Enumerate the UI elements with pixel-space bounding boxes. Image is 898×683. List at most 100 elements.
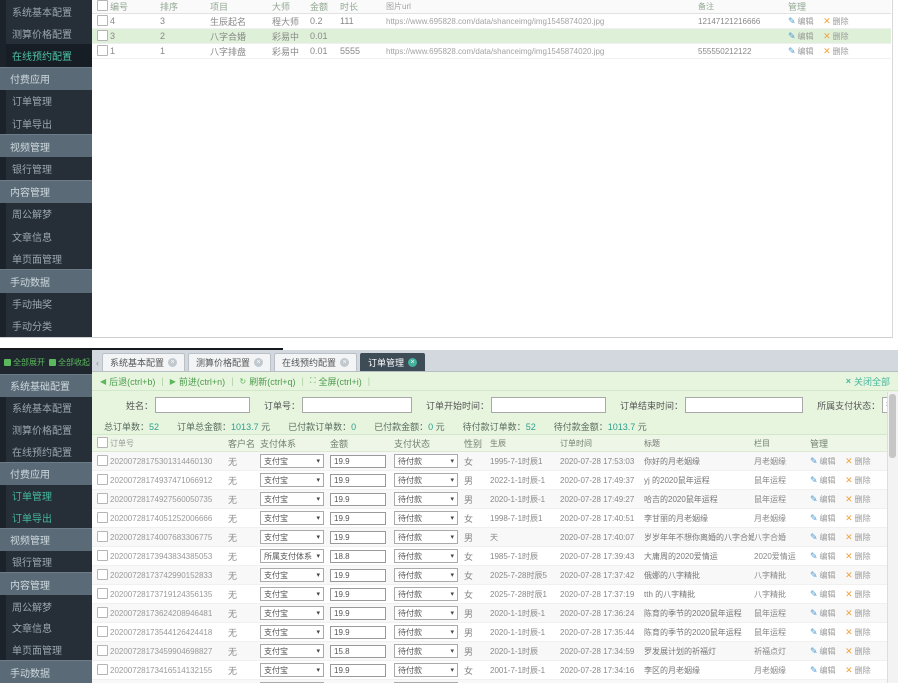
row-checkbox[interactable] bbox=[92, 663, 110, 677]
delete-button[interactable]: ✕ 删除 bbox=[845, 608, 871, 619]
pay-status-select[interactable]: 待付款▾ bbox=[394, 606, 458, 620]
delete-button[interactable]: ✕ 删除 bbox=[845, 646, 871, 657]
tabs-scroll-left-icon[interactable]: ‹ bbox=[96, 358, 99, 368]
pay-system-select[interactable]: 支付宝▾ bbox=[260, 530, 324, 544]
amount-input[interactable] bbox=[330, 625, 386, 639]
pay-status-select[interactable]: 待付款▾ bbox=[394, 511, 458, 525]
pay-system-select[interactable]: 所属支付体系 ▾ bbox=[260, 549, 324, 563]
tab-close-icon[interactable]: × bbox=[408, 358, 418, 367]
sidebar-item[interactable]: 测算价格配置 bbox=[0, 22, 92, 45]
pay-system-select[interactable]: 支付宝▾ bbox=[260, 492, 324, 506]
amount-input[interactable] bbox=[330, 549, 386, 563]
edit-button[interactable]: ✎ 编辑 bbox=[810, 551, 836, 562]
delete-button[interactable]: ✕ 删除 bbox=[823, 16, 849, 27]
sidebar-item[interactable]: 单页面管理 bbox=[0, 247, 92, 270]
tab-close-icon[interactable]: × bbox=[254, 358, 264, 367]
row-checkbox[interactable] bbox=[92, 454, 110, 468]
delete-button[interactable]: ✕ 删除 bbox=[845, 513, 871, 524]
row-checkbox[interactable] bbox=[92, 530, 110, 544]
pay-status-select[interactable]: 待付款▾ bbox=[394, 568, 458, 582]
sidebar-item[interactable]: 付费应用 bbox=[0, 66, 92, 90]
sidebar-item[interactable]: 文章信息 bbox=[0, 616, 92, 639]
sidebar-item[interactable]: 订单管理 bbox=[0, 89, 92, 113]
sidebar-item[interactable]: 手动数据 bbox=[0, 660, 92, 683]
sidebar-item[interactable]: 测算价格配置 bbox=[0, 418, 92, 441]
tab-close-icon[interactable]: × bbox=[168, 358, 178, 367]
tab[interactable]: 在线预约配置 × bbox=[274, 353, 358, 371]
expand-all-button[interactable]: 全部展开 bbox=[4, 357, 45, 368]
pay-system-select[interactable]: 支付宝▾ bbox=[260, 568, 324, 582]
pay-status-select[interactable]: 待付款▾ bbox=[394, 454, 458, 468]
edit-button[interactable]: ✎ 编辑 bbox=[810, 532, 836, 543]
sidebar-item[interactable]: 订单管理 bbox=[0, 484, 92, 507]
row-checkbox[interactable] bbox=[92, 473, 110, 487]
row-checkbox[interactable] bbox=[92, 29, 110, 43]
pay-status-select[interactable]: 待付款▾ bbox=[394, 473, 458, 487]
select-all-checkbox[interactable] bbox=[92, 436, 110, 450]
pay-status-select[interactable]: 待付款▾ bbox=[394, 492, 458, 506]
edit-button[interactable]: ✎ 编辑 bbox=[810, 665, 836, 676]
delete-button[interactable]: ✕ 删除 bbox=[845, 532, 871, 543]
sidebar-item[interactable]: 付费应用 bbox=[0, 461, 92, 485]
end-time-filter-input[interactable] bbox=[685, 397, 804, 413]
amount-input[interactable] bbox=[330, 511, 386, 525]
edit-button[interactable]: ✎ 编辑 bbox=[810, 589, 836, 600]
edit-button[interactable]: ✎ 编辑 bbox=[810, 475, 836, 486]
edit-button[interactable]: ✎ 编辑 bbox=[810, 570, 836, 581]
sidebar-item[interactable]: 银行管理 bbox=[0, 550, 92, 573]
sidebar-item[interactable]: 手动数据 bbox=[0, 269, 92, 293]
collapse-all-button[interactable]: 全部收起 bbox=[49, 357, 90, 368]
select-all-checkbox[interactable] bbox=[92, 0, 110, 13]
delete-button[interactable]: ✕ 删除 bbox=[845, 494, 871, 505]
edit-button[interactable]: ✎ 编辑 bbox=[810, 456, 836, 467]
edit-button[interactable]: ✎ 编辑 bbox=[810, 608, 836, 619]
scrollbar-thumb[interactable] bbox=[889, 394, 896, 458]
sidebar-item[interactable]: 订单导出 bbox=[0, 506, 92, 529]
row-checkbox[interactable] bbox=[92, 511, 110, 525]
sidebar-item[interactable]: 银行管理 bbox=[0, 157, 92, 180]
pay-status-select[interactable]: 待付款▾ bbox=[394, 625, 458, 639]
sidebar-item[interactable]: 文章信息 bbox=[0, 225, 92, 248]
delete-button[interactable]: ✕ 删除 bbox=[845, 627, 871, 638]
row-checkbox[interactable] bbox=[92, 492, 110, 506]
toolbar-button[interactable]: ⛶ 全屏(ctrl+i) bbox=[310, 375, 362, 388]
amount-input[interactable] bbox=[330, 663, 386, 677]
sidebar-item[interactable]: 在线预约配置 bbox=[0, 44, 92, 67]
pay-system-select[interactable]: 支付宝▾ bbox=[260, 511, 324, 525]
edit-button[interactable]: ✎ 编辑 bbox=[810, 646, 836, 657]
pay-system-select[interactable]: 支付宝▾ bbox=[260, 587, 324, 601]
sidebar-item[interactable]: 周公解梦 bbox=[0, 595, 92, 617]
edit-button[interactable]: ✎ 编辑 bbox=[810, 513, 836, 524]
toolbar-button[interactable]: ↻ 刷新(ctrl+q) bbox=[240, 375, 296, 388]
toolbar-button[interactable]: ◀ 后退(ctrl+b) bbox=[100, 375, 155, 388]
edit-button[interactable]: ✎ 编辑 bbox=[810, 494, 836, 505]
image-url-link[interactable]: https://www.695828.com/data/shanceimg/im… bbox=[386, 17, 698, 26]
sidebar-item[interactable]: 系统基本配置 bbox=[0, 396, 92, 419]
row-checkbox[interactable] bbox=[92, 587, 110, 601]
pay-status-select[interactable]: 待付款▾ bbox=[394, 644, 458, 658]
tab-close-icon[interactable]: × bbox=[340, 358, 350, 367]
delete-button[interactable]: ✕ 删除 bbox=[845, 475, 871, 486]
sidebar-item[interactable]: 手动分类 bbox=[0, 314, 92, 337]
row-checkbox[interactable] bbox=[92, 568, 110, 582]
name-filter-input[interactable] bbox=[155, 397, 251, 413]
delete-button[interactable]: ✕ 删除 bbox=[823, 31, 849, 42]
amount-input[interactable] bbox=[330, 568, 386, 582]
amount-input[interactable] bbox=[330, 587, 386, 601]
sidebar-item[interactable]: 手动抽奖 bbox=[0, 292, 92, 315]
pay-system-select[interactable]: 支付宝▾ bbox=[260, 473, 324, 487]
pay-system-select[interactable]: 支付宝▾ bbox=[260, 454, 324, 468]
sidebar-item[interactable]: 内容管理 bbox=[0, 572, 92, 596]
pay-system-select[interactable]: 支付宝▾ bbox=[260, 644, 324, 658]
sidebar-item[interactable]: 单页面管理 bbox=[0, 638, 92, 661]
sidebar-item[interactable]: 在线预约配置 bbox=[0, 440, 92, 462]
row-checkbox[interactable] bbox=[92, 606, 110, 620]
image-url-link[interactable]: https://www.695828.com/data/shanceimg/im… bbox=[386, 47, 698, 56]
delete-button[interactable]: ✕ 删除 bbox=[845, 665, 871, 676]
tab[interactable]: 系统基本配置 × bbox=[102, 353, 186, 371]
pay-status-select[interactable]: 待付款▾ bbox=[394, 530, 458, 544]
amount-input[interactable] bbox=[330, 606, 386, 620]
delete-button[interactable]: ✕ 删除 bbox=[845, 570, 871, 581]
amount-input[interactable] bbox=[330, 644, 386, 658]
row-checkbox[interactable] bbox=[92, 549, 110, 563]
